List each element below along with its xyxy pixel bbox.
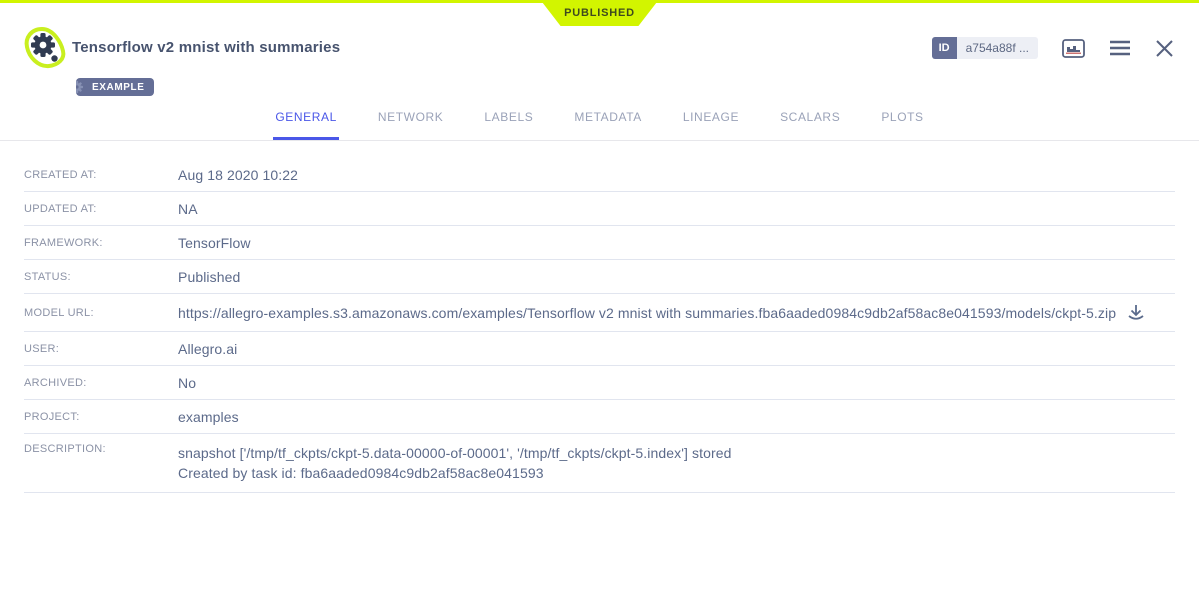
field-value: examples [178,409,239,425]
detail-row-model-url: MODEL URL: https://allegro-examples.s3.a… [24,294,1175,332]
field-label: USER: [24,343,178,355]
field-value: Aug 18 2020 10:22 [178,167,298,183]
field-value: TensorFlow [178,235,251,251]
detail-row-user: USER: Allegro.ai [24,332,1175,366]
detail-row-archived: ARCHIVED: No [24,366,1175,400]
tab-lineage[interactable]: LINEAGE [681,110,741,140]
general-details: CREATED AT: Aug 18 2020 10:22 UPDATED AT… [0,141,1199,493]
field-label: UPDATED AT: [24,203,178,215]
detail-row-description: DESCRIPTION: snapshot ['/tmp/tf_ckpts/ck… [24,434,1175,493]
tab-scalars[interactable]: SCALARS [778,110,842,140]
tab-metadata[interactable]: METADATA [572,110,643,140]
detail-row-status: STATUS: Published [24,260,1175,294]
field-value: Published [178,269,240,285]
model-title: Tensorflow v2 mnist with summaries [72,39,340,56]
detail-row-updated-at: UPDATED AT: NA [24,192,1175,226]
tab-labels[interactable]: LABELS [482,110,535,140]
description-value: snapshot ['/tmp/tf_ckpts/ckpt-5.data-000… [178,443,732,483]
close-icon[interactable] [1155,39,1174,58]
field-label: MODEL URL: [24,307,178,319]
tab-bar: GENERAL NETWORK LABELS METADATA LINEAGE … [0,110,1199,140]
menu-icon[interactable] [1109,40,1131,56]
field-label: ARCHIVED: [24,377,178,389]
detail-row-framework: FRAMEWORK: TensorFlow [24,226,1175,260]
example-badge-label: EXAMPLE [92,82,145,93]
status-ribbon-label: PUBLISHED [564,7,635,19]
tab-network[interactable]: NETWORK [376,110,446,140]
field-label: STATUS: [24,271,178,283]
detail-row-created-at: CREATED AT: Aug 18 2020 10:22 [24,158,1175,192]
status-ribbon: PUBLISHED [541,0,659,26]
field-label: FRAMEWORK: [24,237,178,249]
model-details-panel: Tensorflow v2 mnist with summaries EXAMP… [0,0,1199,602]
model-url-value: https://allegro-examples.s3.amazonaws.co… [178,305,1116,321]
description-line-1: snapshot ['/tmp/tf_ckpts/ckpt-5.data-000… [178,443,732,463]
tab-plots[interactable]: PLOTS [879,110,925,140]
id-tag: ID [932,37,957,59]
badge-gear-icon [76,80,84,96]
field-label: CREATED AT: [24,169,178,181]
tab-general[interactable]: GENERAL [273,110,339,140]
description-line-2: Created by task id: fba6aaded0984c9db2af… [178,463,732,483]
header-controls: ID a754a88f ... [932,37,1174,59]
field-label: PROJECT: [24,411,178,423]
field-value: Allegro.ai [178,341,237,357]
download-icon[interactable] [1126,303,1146,322]
field-value: NA [178,201,198,217]
field-label: DESCRIPTION: [24,443,178,455]
app-logo-icon [23,26,68,70]
example-badge: EXAMPLE [76,78,154,96]
field-value: No [178,375,196,391]
id-value: a754a88f ... [957,37,1038,59]
plot-preview-icon[interactable] [1062,39,1085,58]
detail-row-project: PROJECT: examples [24,400,1175,434]
model-id-chip[interactable]: ID a754a88f ... [932,37,1038,59]
